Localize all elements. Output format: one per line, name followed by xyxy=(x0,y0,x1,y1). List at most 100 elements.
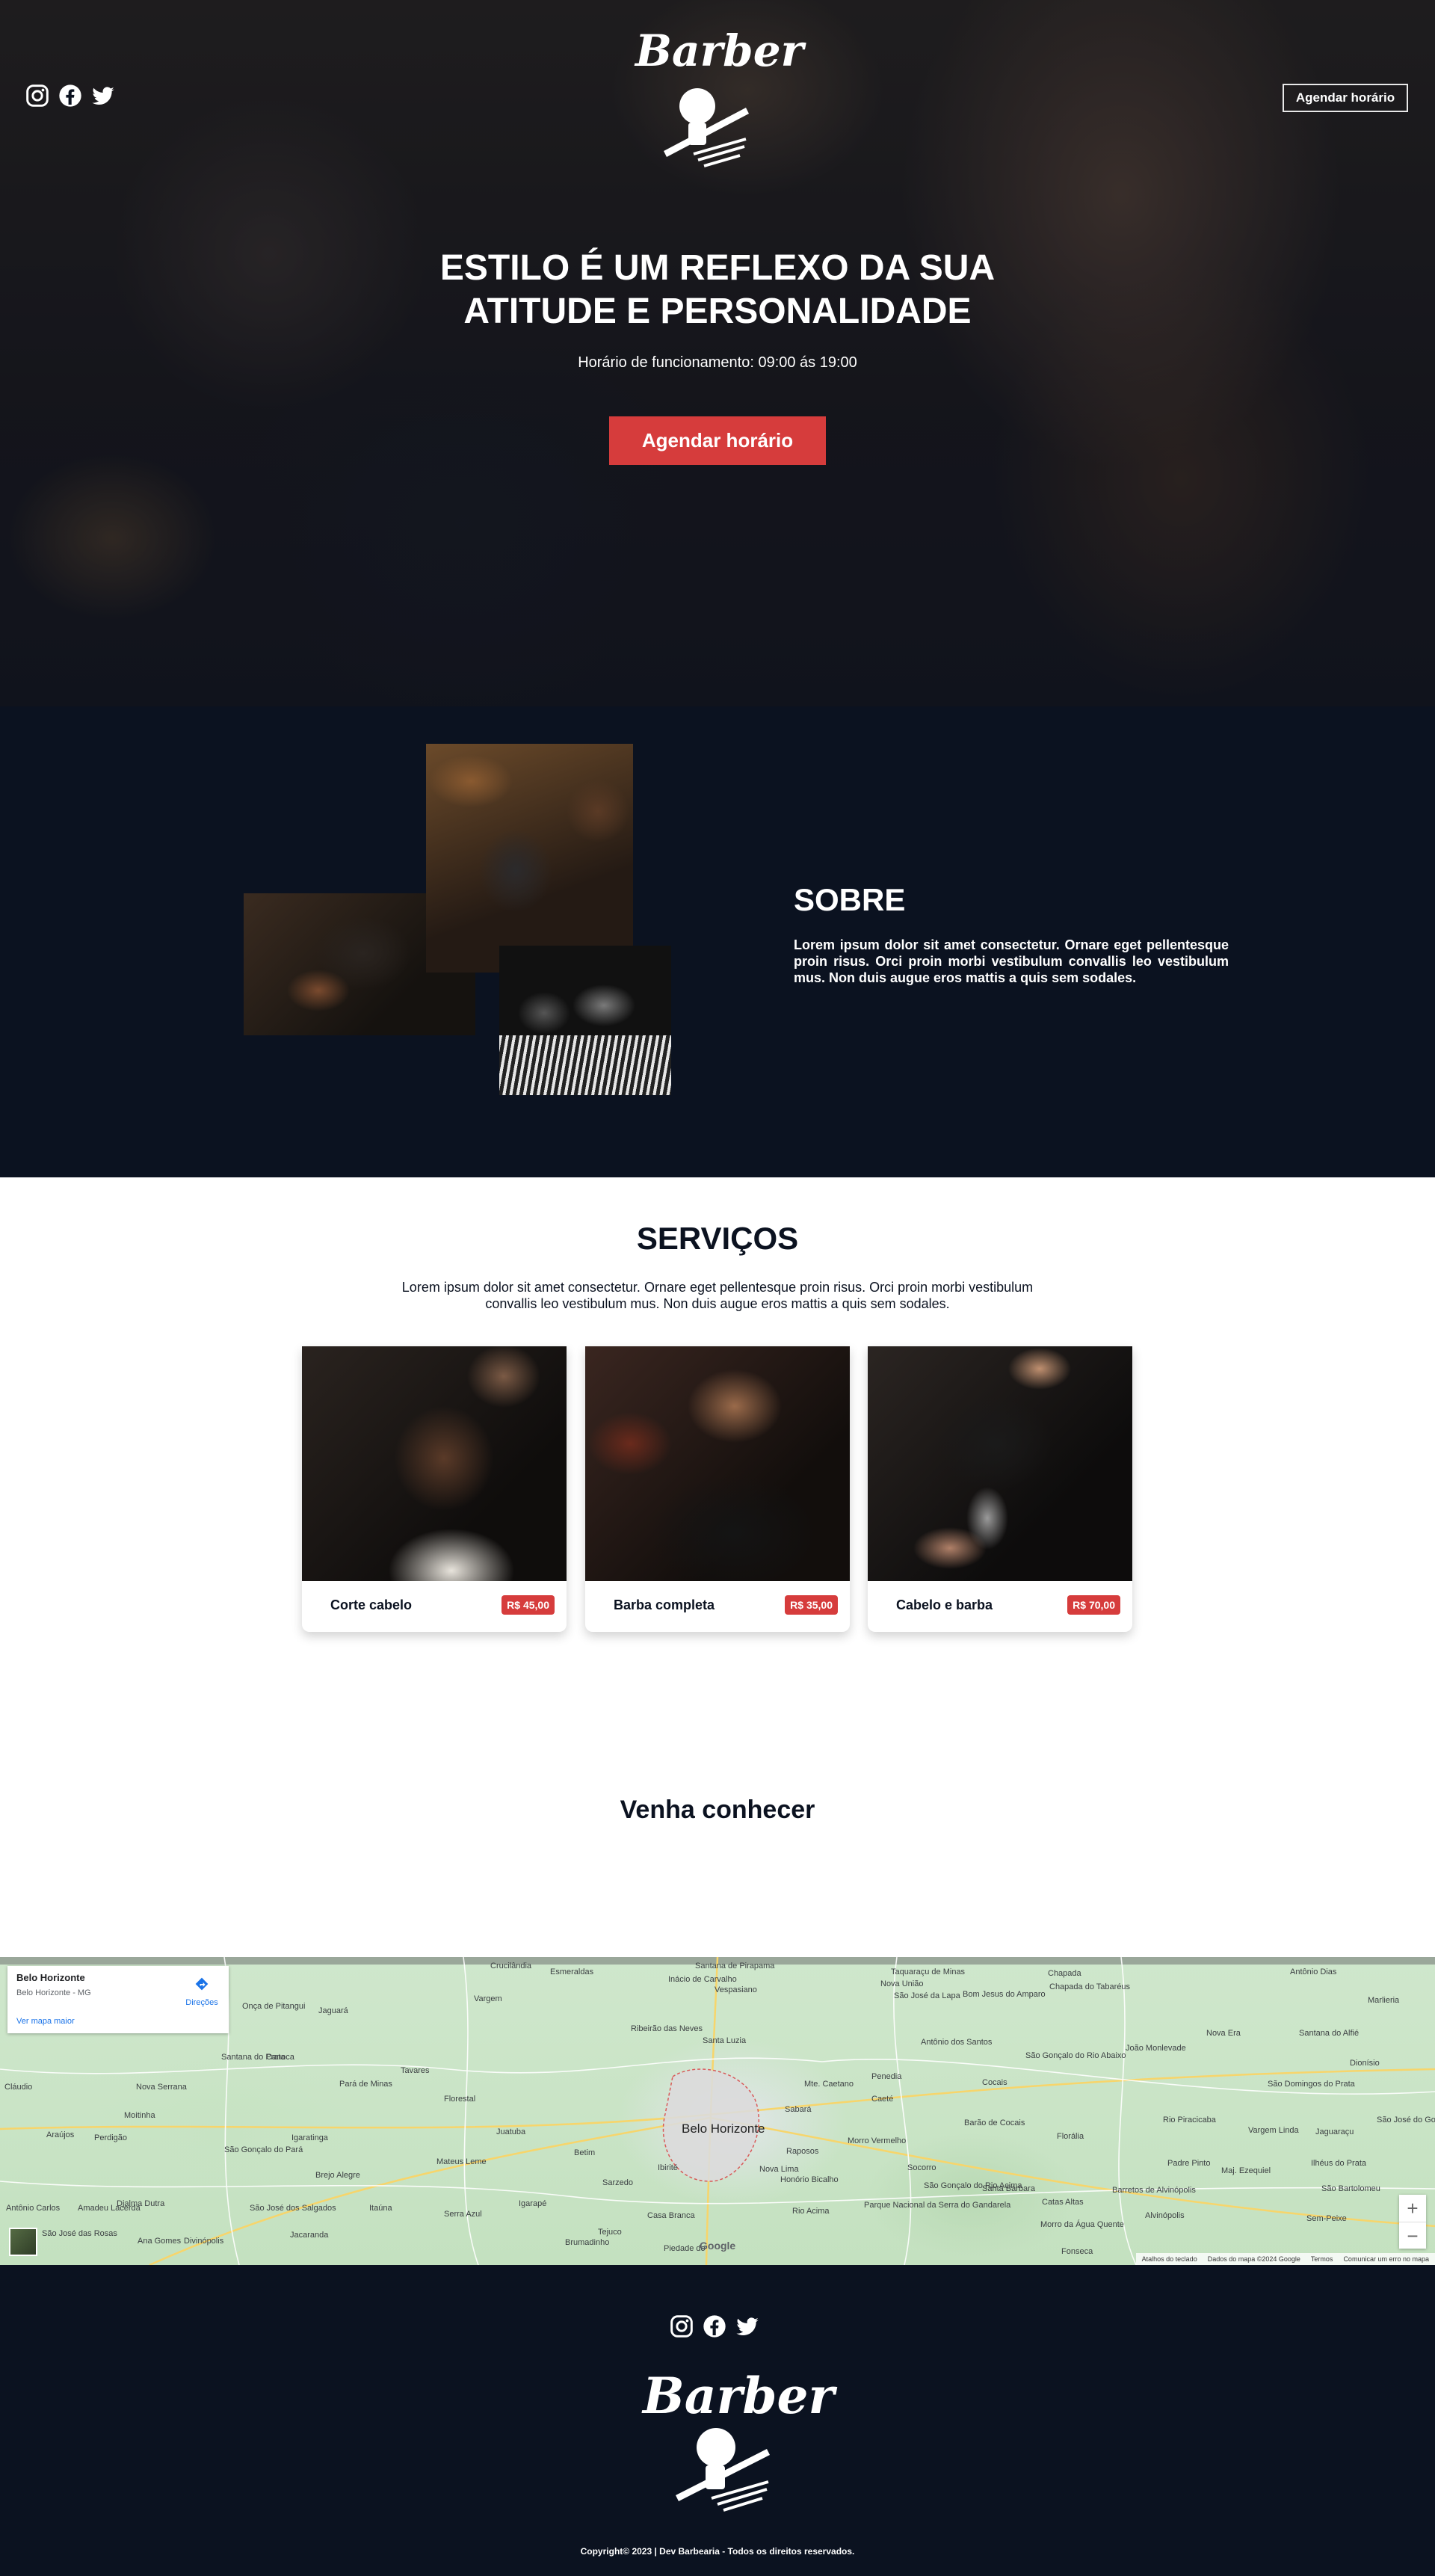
map-label: Bom Jesus do Amparo xyxy=(963,1990,1046,1999)
map-label: Vespasiano xyxy=(715,1985,757,1994)
map-label: Ana Gomes xyxy=(138,2237,182,2246)
map-label: São José da Lapa xyxy=(894,1991,960,2000)
header-book-button[interactable]: Agendar horário xyxy=(1283,84,1408,112)
map-label: Antônio dos Santos xyxy=(921,2038,993,2047)
map-label: Honório Bicalho xyxy=(780,2175,839,2184)
visit-title: Venha conhecer xyxy=(620,1796,815,1824)
service-card-corte[interactable]: Corte cabelo R$ 45,00 xyxy=(302,1346,567,1632)
hero-book-button[interactable]: Agendar horário xyxy=(609,416,826,465)
map-label: Florália xyxy=(1057,2132,1084,2141)
about-text: Lorem ipsum dolor sit amet consectetur. … xyxy=(794,937,1229,985)
map-place-subtitle: Belo Horizonte - MG xyxy=(16,1988,91,1997)
facebook-icon[interactable] xyxy=(703,2314,726,2338)
map-label: Morro Vermelho xyxy=(848,2136,907,2145)
hero-section: Barber Agendar horário ESTILO É UM REFLE… xyxy=(0,0,1435,706)
map-satellite-toggle[interactable] xyxy=(9,2228,37,2256)
map-label: Barretos de Alvinópolis xyxy=(1112,2186,1196,2195)
hero-title: ESTILO É UM REFLEXO DA SUA ATITUDE E PER… xyxy=(344,247,1091,333)
map-label: Dionísio xyxy=(1350,2059,1380,2068)
service-card-cabelo-barba[interactable]: Cabelo e barba R$ 70,00 xyxy=(868,1346,1132,1632)
service-card-barba[interactable]: Barba completa R$ 35,00 xyxy=(585,1346,850,1632)
service-price-badge: R$ 70,00 xyxy=(1067,1595,1120,1615)
map-label: Djalma Dutra xyxy=(117,2199,165,2208)
map-label: Mateus Leme xyxy=(436,2157,487,2166)
embedded-map[interactable]: Belo Horizonte Esmeraldas Inácio de Carv… xyxy=(0,1957,1435,2265)
map-label: Antônio Dias xyxy=(1290,1968,1337,1976)
map-label: Ribeirão das Neves xyxy=(631,2024,703,2033)
map-label: Santana de Pirapama xyxy=(695,1962,775,1970)
directions-icon xyxy=(195,1977,209,1991)
header-logo[interactable]: Barber xyxy=(635,22,804,172)
map-label: São Gonçalo do Pará xyxy=(224,2145,303,2154)
map-label: Morro da Água Quente xyxy=(1040,2220,1124,2229)
service-name: Barba completa xyxy=(614,1597,715,1612)
footer-social-links xyxy=(670,2314,759,2338)
map-label: Sabará xyxy=(785,2105,812,2114)
map-label: Maj. Ezequiel xyxy=(1221,2166,1271,2175)
map-label: São José do Goiabal xyxy=(1377,2116,1435,2124)
service-image xyxy=(302,1346,567,1581)
map-label: Pará de Minas xyxy=(339,2080,392,2089)
service-image xyxy=(585,1346,850,1581)
map-zoom-controls: + − xyxy=(1399,2195,1426,2249)
logo-wordmark: Barber xyxy=(635,25,804,76)
map-label: Tavares xyxy=(401,2066,430,2075)
map-directions-button[interactable]: Direções xyxy=(185,1976,218,2007)
about-title: SOBRE xyxy=(794,882,906,917)
map-keyboard-shortcuts-link[interactable]: Atalhos do teclado xyxy=(1142,2255,1197,2263)
header-social-links xyxy=(25,84,115,108)
map-larger-link[interactable]: Ver mapa maior xyxy=(16,2017,75,2026)
map-label: Jaguaraçu xyxy=(1315,2127,1354,2136)
map-label: São Bartolomeu xyxy=(1321,2184,1380,2193)
map-report-error-link[interactable]: Comunicar um erro no mapa xyxy=(1343,2255,1429,2263)
map-terms-link[interactable]: Termos xyxy=(1311,2255,1333,2263)
service-price-badge: R$ 35,00 xyxy=(785,1595,838,1615)
about-section: SOBRE Lorem ipsum dolor sit amet consect… xyxy=(0,706,1435,1177)
map-label: Canoca xyxy=(266,2053,294,2062)
map-label: Betim xyxy=(574,2148,596,2157)
map-label: Juatuba xyxy=(496,2127,526,2136)
map-label: Antônio Carlos xyxy=(6,2204,61,2213)
map-label: Brejo Alegre xyxy=(315,2171,360,2180)
about-photo-shave xyxy=(499,946,671,1095)
map-zoom-in-button[interactable]: + xyxy=(1399,2195,1426,2222)
map-label: Divinópolis xyxy=(184,2237,224,2246)
hero-title-line1: ESTILO É UM REFLEXO DA SUA xyxy=(439,248,996,288)
instagram-icon[interactable] xyxy=(670,2314,694,2338)
map-label: Penedia xyxy=(871,2072,902,2081)
map-directions-label: Direções xyxy=(185,1998,218,2007)
twitter-icon[interactable] xyxy=(91,84,115,108)
instagram-icon[interactable] xyxy=(25,84,49,108)
map-label: Casa Branca xyxy=(647,2211,695,2220)
google-logo: Google xyxy=(700,2240,736,2252)
map-label: Perdigão xyxy=(94,2133,128,2142)
map-label: Jaguará xyxy=(318,2006,348,2015)
facebook-icon[interactable] xyxy=(58,84,82,108)
service-image xyxy=(868,1346,1132,1581)
map-label: Vargem Linda xyxy=(1248,2126,1299,2135)
map-label: Mte. Caetano xyxy=(804,2080,854,2089)
map-label: Nova Lima xyxy=(759,2165,799,2174)
map-label: Caeté xyxy=(871,2095,894,2104)
footer-logo[interactable]: Barber xyxy=(643,2362,834,2512)
about-photo-barbershop xyxy=(426,744,633,973)
map-label: Nova Serrana xyxy=(136,2083,187,2092)
map-label: São Gonçalo do Rio Abaixo xyxy=(1025,2051,1126,2060)
hero-title-line2: ATITUDE E PERSONALIDADE xyxy=(463,291,972,331)
twitter-icon[interactable] xyxy=(735,2314,759,2338)
map-label: Igarapé xyxy=(519,2199,547,2208)
map-label: Florestal xyxy=(444,2095,476,2104)
map-label: Serra Azul xyxy=(444,2210,482,2219)
map-label: Santa Luzia xyxy=(703,2036,747,2045)
map-label-main-city: Belo Horizonte xyxy=(682,2121,765,2136)
map-label: Nova União xyxy=(880,1979,924,1988)
map-label: São Domingos do Prata xyxy=(1268,2080,1355,2089)
map-label: Marlieria xyxy=(1368,1996,1400,2005)
map-zoom-out-button[interactable]: − xyxy=(1399,2222,1426,2249)
map-label: São José dos Salgados xyxy=(250,2204,336,2213)
service-price-badge: R$ 45,00 xyxy=(502,1595,555,1615)
map-label: João Monlevade xyxy=(1126,2044,1186,2053)
map-place-card: Belo Horizonte Belo Horizonte - MG Ver m… xyxy=(7,1966,229,2033)
map-label: Chapada xyxy=(1048,1969,1081,1978)
map-place-name: Belo Horizonte xyxy=(16,1972,85,1983)
